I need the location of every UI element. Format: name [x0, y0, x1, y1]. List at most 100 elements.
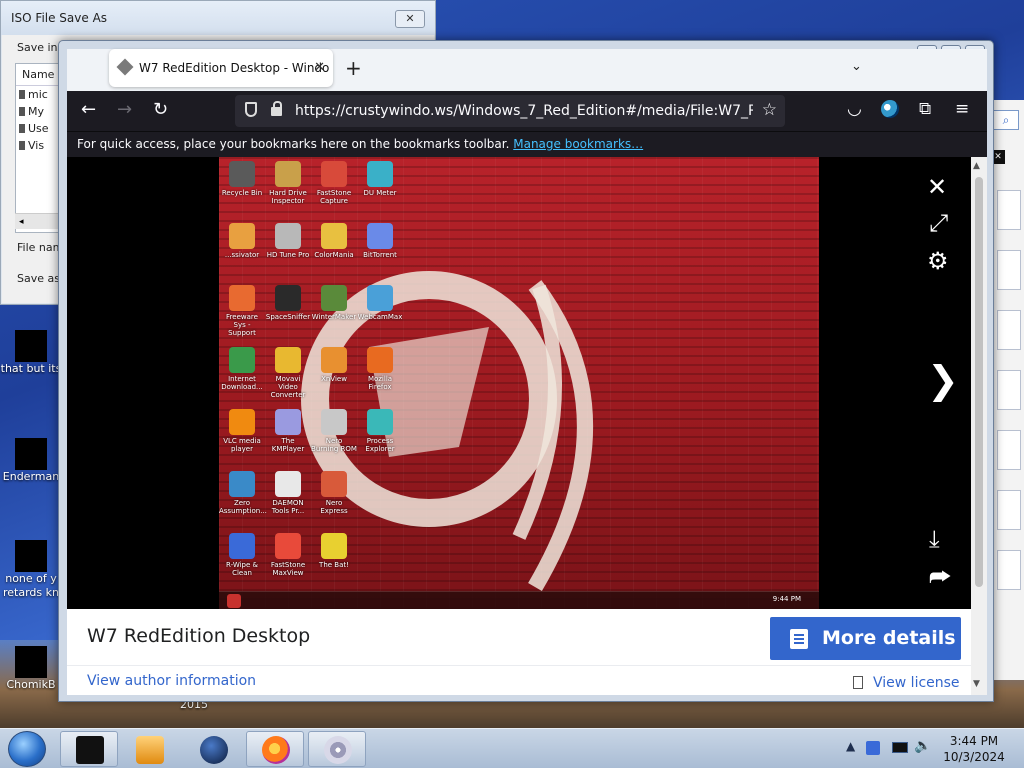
mini-desktop-icon: FastStone MaxView	[265, 533, 311, 577]
tab-list-dropdown-icon[interactable]: ⌄	[851, 59, 862, 74]
bookmark-star-icon[interactable]: ☆	[762, 100, 777, 120]
browser-window[interactable]: ▁ □ ✕ W7 RedEdition Desktop - Windo ✕ + …	[58, 40, 994, 702]
mini-icon-label: DAEMON Tools Pr...	[271, 499, 305, 515]
account-icon[interactable]	[881, 100, 899, 118]
mini-desktop-icon: Internet Download...	[219, 347, 265, 391]
taskbar-app-globe[interactable]	[184, 731, 242, 767]
mini-app-icon	[321, 285, 347, 311]
mini-app-icon	[275, 409, 301, 435]
start-button[interactable]	[8, 731, 46, 767]
fullscreen-icon[interactable]: ⤢	[929, 211, 948, 235]
lock-icon[interactable]	[271, 101, 282, 116]
desktop-icon[interactable]: none of y retards kn	[0, 540, 62, 600]
reload-icon[interactable]: ↻	[153, 99, 168, 120]
forward-icon[interactable]: →	[117, 99, 132, 120]
download-icon[interactable]: ⤓	[929, 527, 940, 551]
desktop-icon[interactable]: that but its	[0, 330, 62, 376]
save-in-label: Save in	[17, 41, 58, 54]
list-item[interactable]: mic	[16, 86, 64, 103]
network-icon[interactable]	[892, 742, 908, 753]
tracking-shield-icon[interactable]	[245, 102, 257, 117]
list-item[interactable]: Vis	[16, 137, 64, 154]
mini-icon-label: WinterMaker	[311, 313, 357, 321]
taskbar-app-media[interactable]	[120, 731, 178, 767]
url-bar[interactable]: https://crustywindo.ws/Windows_7_Red_Edi…	[235, 95, 785, 127]
volume-icon[interactable]: 🔈	[914, 738, 931, 754]
mini-icon-label: Hard Drive Inspector	[269, 189, 307, 205]
tab-active[interactable]: W7 RedEdition Desktop - Windo ✕	[109, 49, 333, 87]
share-icon[interactable]: ⮫	[929, 565, 951, 589]
search-icon[interactable]: ⌕	[993, 110, 1019, 130]
mini-icon-label: HD Tune Pro	[266, 251, 310, 259]
mini-icon-label: Internet Download...	[221, 375, 263, 391]
side-panel-box	[997, 490, 1021, 530]
scrollbar-thumb[interactable]	[975, 177, 983, 587]
mini-app-icon	[275, 347, 301, 373]
extensions-icon[interactable]: ⧉	[919, 99, 931, 119]
license-icon	[853, 676, 863, 689]
next-image-icon[interactable]: ❯	[927, 361, 959, 399]
scroll-down-icon[interactable]: ▼	[973, 679, 980, 689]
tray-app-icon[interactable]	[866, 741, 880, 755]
scroll-up-icon[interactable]: ▲	[973, 161, 980, 171]
mini-icon-label: The Bat!	[319, 561, 349, 569]
mini-desktop-icon: Nero Burning ROM	[311, 409, 357, 453]
settings-gear-icon[interactable]: ⚙	[927, 249, 949, 273]
desktop-icon-label: none of y	[5, 572, 57, 585]
name-column-header[interactable]: Name	[16, 64, 64, 86]
list-item[interactable]: Use	[16, 120, 64, 137]
system-clock[interactable]: 3:44 PM 10/3/2024	[934, 733, 1014, 765]
more-details-button[interactable]: More details	[770, 617, 961, 660]
back-icon[interactable]: ←	[81, 99, 96, 120]
desktop-icon[interactable]: ChomikB	[0, 646, 62, 692]
menu-icon[interactable]: ≡	[955, 99, 969, 119]
mini-taskbar: 9:44 PM	[219, 591, 819, 609]
tab-close-icon[interactable]: ✕	[314, 49, 325, 87]
mini-desktop-icon: WinterMaker	[311, 285, 357, 321]
view-author-link[interactable]: View author information	[87, 673, 256, 689]
desktop-icon[interactable]: Enderman	[0, 438, 62, 484]
mini-app-icon	[367, 471, 393, 497]
side-panel-box	[997, 430, 1021, 470]
url-text[interactable]: https://crustywindo.ws/Windows_7_Red_Edi…	[295, 95, 753, 127]
mini-app-icon	[229, 223, 255, 249]
mini-icon-label: Nero Express	[320, 499, 348, 515]
redacted-icon	[15, 438, 47, 470]
view-license-link[interactable]: View license	[873, 675, 960, 691]
clock-time: 3:44 PM	[949, 734, 999, 748]
mini-icon-label: SpaceSniffer	[265, 313, 311, 321]
side-panel-box	[997, 310, 1021, 350]
pocket-icon[interactable]: ◡	[847, 99, 862, 119]
clock-date: 10/3/2024	[943, 750, 1005, 764]
close-viewer-icon[interactable]: ✕	[927, 175, 947, 199]
desktop-icon-label: retards kn	[3, 586, 59, 599]
iso-dialog-title: ISO File Save As	[1, 1, 435, 35]
mini-icon-label: Nero Burning ROM	[311, 437, 357, 453]
vertical-scrollbar[interactable]: ▲ ▼	[971, 157, 987, 695]
mini-desktop-icon	[357, 471, 403, 499]
taskbar-app-firefox[interactable]	[246, 731, 304, 767]
mini-desktop-icon: Freeware Sys - Support	[219, 285, 265, 337]
tab-title: W7 RedEdition Desktop - Windo	[139, 61, 330, 75]
mini-desktop-icon: Movavi Video Converter	[265, 347, 311, 399]
show-hidden-icons[interactable]: ▲	[846, 739, 855, 753]
side-window[interactable]: ⌕ ✕	[990, 100, 1024, 680]
mini-desktop-icon: XnView	[311, 347, 357, 383]
mini-icon-label: FastStone Capture	[316, 189, 352, 205]
mini-app-icon	[229, 347, 255, 373]
side-panel-box	[997, 550, 1021, 590]
mini-icon-label: Process Explorer	[365, 437, 395, 453]
disc-icon	[324, 736, 352, 764]
list-item[interactable]: My	[16, 103, 64, 120]
mini-icon-label: BitTorrent	[363, 251, 397, 259]
taskbar-app-black[interactable]	[60, 731, 118, 767]
taskbar-app-disc[interactable]	[308, 731, 366, 767]
mini-app-icon	[321, 471, 347, 497]
mini-desktop-icon: BitTorrent	[357, 223, 403, 259]
manage-bookmarks-link[interactable]: Manage bookmarks…	[513, 137, 643, 151]
iso-dialog-close-button[interactable]: ✕	[395, 10, 425, 28]
navigation-toolbar: ← → ↻ https://crustywindo.ws/Windows_7_R…	[67, 91, 987, 131]
new-tab-button[interactable]: +	[345, 56, 362, 80]
mini-desktop-icon: ColorMania	[311, 223, 357, 259]
more-details-label: More details	[822, 627, 956, 649]
